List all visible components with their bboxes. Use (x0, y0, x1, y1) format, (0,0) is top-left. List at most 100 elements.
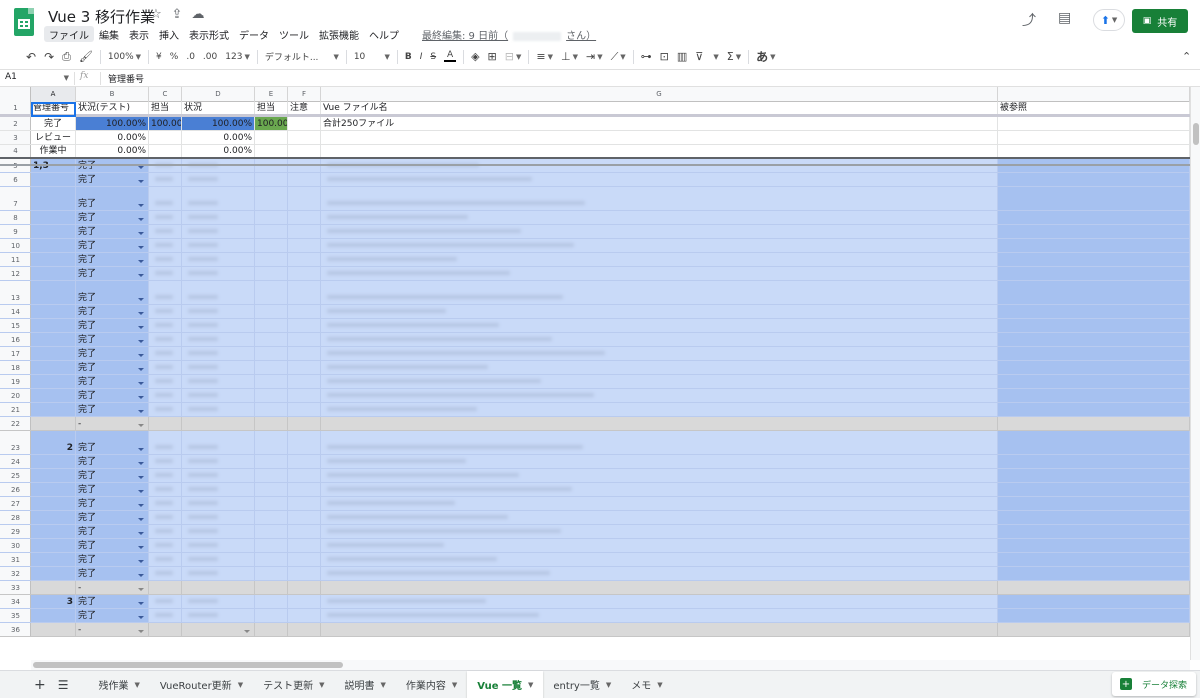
grid-cell[interactable] (288, 553, 321, 566)
sheet-tab[interactable]: 残作業 ▼ (89, 671, 150, 698)
grid-cell[interactable] (31, 347, 76, 360)
grid-cell[interactable] (31, 483, 76, 496)
grid-cell[interactable] (255, 525, 288, 538)
grid-cell[interactable] (288, 511, 321, 524)
add-sheet-icon[interactable]: + (0, 671, 54, 698)
grid-cell[interactable] (288, 469, 321, 482)
link-icon[interactable]: ⊶ (637, 46, 656, 68)
grid-cell[interactable]: 完了 (76, 211, 149, 224)
row-header[interactable]: 8 (0, 211, 31, 224)
row-header[interactable]: 31 (0, 553, 31, 566)
grid-cell[interactable] (998, 211, 1190, 224)
menu-data[interactable]: データ (234, 26, 274, 42)
grid-cell[interactable] (255, 347, 288, 360)
chevron-down-icon[interactable]: ▼ (319, 681, 324, 689)
grid-cell[interactable]: 完了 (76, 511, 149, 524)
grid-cell[interactable] (321, 511, 998, 524)
grid-cell[interactable] (321, 253, 998, 266)
grid-cell[interactable] (321, 131, 998, 144)
grid-cell[interactable] (321, 225, 998, 238)
grid-cell[interactable] (255, 469, 288, 482)
grid-cell[interactable]: 完了 (76, 239, 149, 252)
grid-cell[interactable] (255, 403, 288, 416)
redo-icon[interactable]: ↷ (40, 46, 58, 68)
dropdown-arrow-icon[interactable] (138, 218, 144, 221)
grid-cell[interactable] (149, 567, 182, 580)
grid-cell[interactable] (998, 173, 1190, 186)
grid-cell[interactable] (31, 239, 76, 252)
row-header[interactable]: 34 (0, 595, 31, 608)
decrease-decimal-button[interactable]: .0 (182, 46, 199, 68)
grid-cell[interactable] (288, 225, 321, 238)
grid-cell[interactable] (149, 553, 182, 566)
grid-cell[interactable] (31, 225, 76, 238)
grid-cell[interactable] (288, 239, 321, 252)
grid-cell[interactable] (182, 333, 255, 346)
grid-cell[interactable] (321, 483, 998, 496)
dropdown-arrow-icon[interactable] (138, 274, 144, 277)
grid-cell[interactable] (255, 305, 288, 318)
grid-cell[interactable]: 完了 (76, 389, 149, 402)
dropdown-arrow-icon[interactable] (244, 630, 250, 633)
grid-cell[interactable] (288, 525, 321, 538)
dropdown-arrow-icon[interactable] (138, 518, 144, 521)
grid-cell[interactable]: 完了 (76, 469, 149, 482)
vertical-scroll-thumb[interactable] (1193, 123, 1199, 145)
grid-cell[interactable] (31, 581, 76, 594)
grid-cell[interactable] (182, 417, 255, 430)
percent-format-button[interactable]: % (166, 46, 183, 68)
grid-cell[interactable] (31, 305, 76, 318)
grid-cell[interactable] (321, 347, 998, 360)
menu-format[interactable]: 表示形式 (184, 26, 234, 42)
grid-cell[interactable] (149, 173, 182, 186)
dropdown-arrow-icon[interactable] (138, 476, 144, 479)
grid-cell[interactable] (321, 623, 998, 636)
grid-cell[interactable] (149, 431, 182, 454)
column-header[interactable]: F (288, 87, 321, 102)
grid-cell[interactable] (998, 131, 1190, 144)
dropdown-arrow-icon[interactable] (138, 326, 144, 329)
grid-cell[interactable] (255, 595, 288, 608)
trend-icon[interactable]: ⤴ (1022, 10, 1036, 30)
grid-cell[interactable] (288, 455, 321, 468)
grid-cell[interactable] (149, 403, 182, 416)
grid-cell[interactable] (998, 567, 1190, 580)
grid-cell[interactable]: 状況(テスト) (76, 102, 149, 114)
chevron-down-icon[interactable]: ▼ (606, 681, 611, 689)
grid-cell[interactable]: 0.00% (182, 131, 255, 144)
sheet-tab[interactable]: メモ ▼ (621, 671, 672, 698)
grid-cell[interactable] (31, 525, 76, 538)
sheet-tab[interactable]: VueRouter更新 ▼ (150, 671, 253, 698)
grid-cell[interactable] (182, 431, 255, 454)
grid-cell[interactable] (998, 553, 1190, 566)
grid-cell[interactable] (31, 211, 76, 224)
grid-cell[interactable] (149, 525, 182, 538)
grid-cell[interactable] (149, 375, 182, 388)
dropdown-arrow-icon[interactable] (138, 504, 144, 507)
grid-cell[interactable] (255, 131, 288, 144)
grid-cell[interactable]: 完了 (76, 281, 149, 304)
grid-cell[interactable]: 0.00% (182, 145, 255, 157)
menu-tools[interactable]: ツール (274, 26, 314, 42)
grid-cell[interactable] (149, 417, 182, 430)
grid-cell[interactable] (321, 333, 998, 346)
grid-cell[interactable] (31, 553, 76, 566)
dropdown-arrow-icon[interactable] (138, 340, 144, 343)
grid-cell[interactable] (255, 609, 288, 622)
grid-cell[interactable] (255, 267, 288, 280)
grid-cell[interactable]: 0.00% (76, 131, 149, 144)
grid-cell[interactable] (288, 595, 321, 608)
column-header[interactable]: C (149, 87, 182, 102)
grid-cell[interactable]: レビュー (31, 131, 76, 144)
grid-cell[interactable]: 担当 (255, 102, 288, 114)
dropdown-arrow-icon[interactable] (138, 166, 144, 169)
grid-cell[interactable] (182, 483, 255, 496)
grid-cell[interactable] (182, 539, 255, 552)
frozen-row-divider[interactable] (0, 164, 1190, 166)
grid-cell[interactable]: 担当 (149, 102, 182, 114)
grid-cell[interactable] (31, 455, 76, 468)
grid-cell[interactable] (149, 347, 182, 360)
grid-cell[interactable] (182, 609, 255, 622)
grid-cell[interactable]: 作業中 (31, 145, 76, 157)
document-title[interactable]: Vue 3 移行作業 (48, 6, 155, 27)
